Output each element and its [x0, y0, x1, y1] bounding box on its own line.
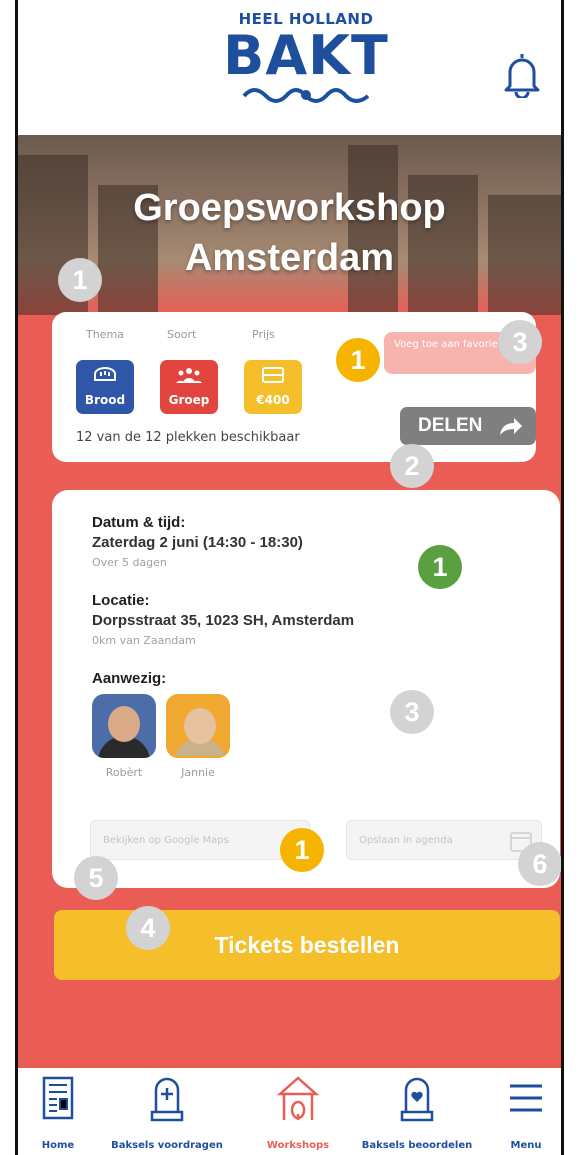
type-tile: Groep	[160, 360, 218, 414]
theme-label: Thema	[86, 328, 124, 341]
ticket-icon	[262, 367, 284, 383]
attendee-name: Robèrt	[105, 766, 143, 779]
annotation-marker: 4	[126, 906, 170, 950]
location-subtext: 0km van Zaandam	[92, 634, 196, 647]
app-header: HEEL HOLLAND BAKT	[18, 0, 561, 135]
availability-text: 12 van de 12 plekken beschikbaar	[76, 430, 300, 445]
right-edge	[561, 0, 579, 1155]
annotation-marker: 3	[498, 320, 542, 364]
theme-value: Brood	[84, 393, 126, 407]
oven-mitt-plus-icon	[150, 1077, 184, 1122]
app-frame: HEEL HOLLAND BAKT Groepsworkshop Amsterd…	[18, 0, 561, 1155]
calendar-button-label: Opslaan in agenda	[359, 835, 453, 846]
annotation-marker: 3	[390, 690, 434, 734]
nav-label: Baksels voordragen	[111, 1140, 223, 1151]
theme-tile: Brood	[76, 360, 134, 414]
annotation-marker: 6	[518, 842, 561, 886]
price-label: Prijs	[252, 328, 275, 341]
left-edge	[0, 0, 18, 1155]
annotation-marker: 1	[280, 828, 324, 872]
notification-bell-icon[interactable]	[500, 50, 544, 98]
hero-title-line1: Groepsworkshop	[133, 187, 446, 229]
summary-card: Thema Soort Prijs Brood Groep €400 12 va…	[52, 312, 536, 462]
annotation-marker: 5	[74, 856, 118, 900]
location-label: Locatie:	[92, 592, 150, 609]
nav-item-baksels-voordragen[interactable]: Baksels voordragen	[108, 1068, 226, 1155]
google-maps-button[interactable]: Bekijken op Google Maps	[90, 820, 310, 860]
group-icon	[176, 368, 202, 383]
heel-holland-bakt-logo[interactable]: HEEL HOLLAND BAKT	[221, 10, 391, 110]
type-value: Groep	[168, 393, 210, 407]
hero-title: Groepsworkshop Amsterdam	[18, 183, 561, 283]
price-value: €400	[256, 393, 290, 407]
annotation-marker: 1	[418, 545, 462, 589]
logo-ornament-icon	[242, 88, 370, 103]
share-label: DELEN	[418, 415, 483, 436]
attendee-name: Jannie	[181, 766, 215, 779]
date-subtext: Over 5 dagen	[92, 556, 167, 569]
present-label: Aanwezig:	[92, 670, 167, 687]
date-label: Datum & tijd:	[92, 514, 186, 531]
favorites-label: Voeg toe aan favorieten	[394, 339, 515, 350]
logo-main-text: BAKT	[223, 24, 389, 87]
nav-label: Home	[41, 1140, 75, 1151]
newspaper-icon	[42, 1076, 74, 1120]
nav-label: Menu	[510, 1140, 542, 1151]
hamburger-menu-icon	[510, 1084, 542, 1112]
maps-button-label: Bekijken op Google Maps	[103, 835, 229, 846]
save-calendar-button[interactable]: Opslaan in agenda	[346, 820, 542, 860]
date-value: Zaterdag 2 juni (14:30 - 18:30)	[92, 534, 303, 551]
nav-label: Workshops	[266, 1140, 330, 1151]
annotation-marker: 1	[58, 258, 102, 302]
avatar[interactable]	[92, 694, 156, 758]
annotation-marker: 2	[390, 444, 434, 488]
share-arrow-icon	[500, 418, 522, 435]
share-button[interactable]: DELEN	[400, 407, 536, 445]
nav-item-baksels-beoordelen[interactable]: Baksels beoordelen	[356, 1068, 478, 1155]
nav-item-workshops[interactable]: Workshops	[254, 1068, 342, 1155]
tent-whisk-icon	[276, 1076, 320, 1120]
nav-item-home[interactable]: Home	[24, 1068, 92, 1155]
avatar[interactable]	[166, 694, 230, 758]
type-label: Soort	[167, 328, 197, 341]
price-tile: €400	[244, 360, 302, 414]
nav-item-menu[interactable]: Menu	[496, 1068, 556, 1155]
bread-icon	[94, 367, 116, 381]
bottom-navigation: Home Baksels voordragen Workshops Baksel…	[18, 1068, 561, 1155]
nav-label: Baksels beoordelen	[361, 1140, 473, 1151]
annotation-marker: 1	[336, 338, 380, 382]
location-value: Dorpsstraat 35, 1023 SH, Amsterdam	[92, 612, 355, 629]
oven-mitt-heart-icon	[400, 1077, 434, 1122]
